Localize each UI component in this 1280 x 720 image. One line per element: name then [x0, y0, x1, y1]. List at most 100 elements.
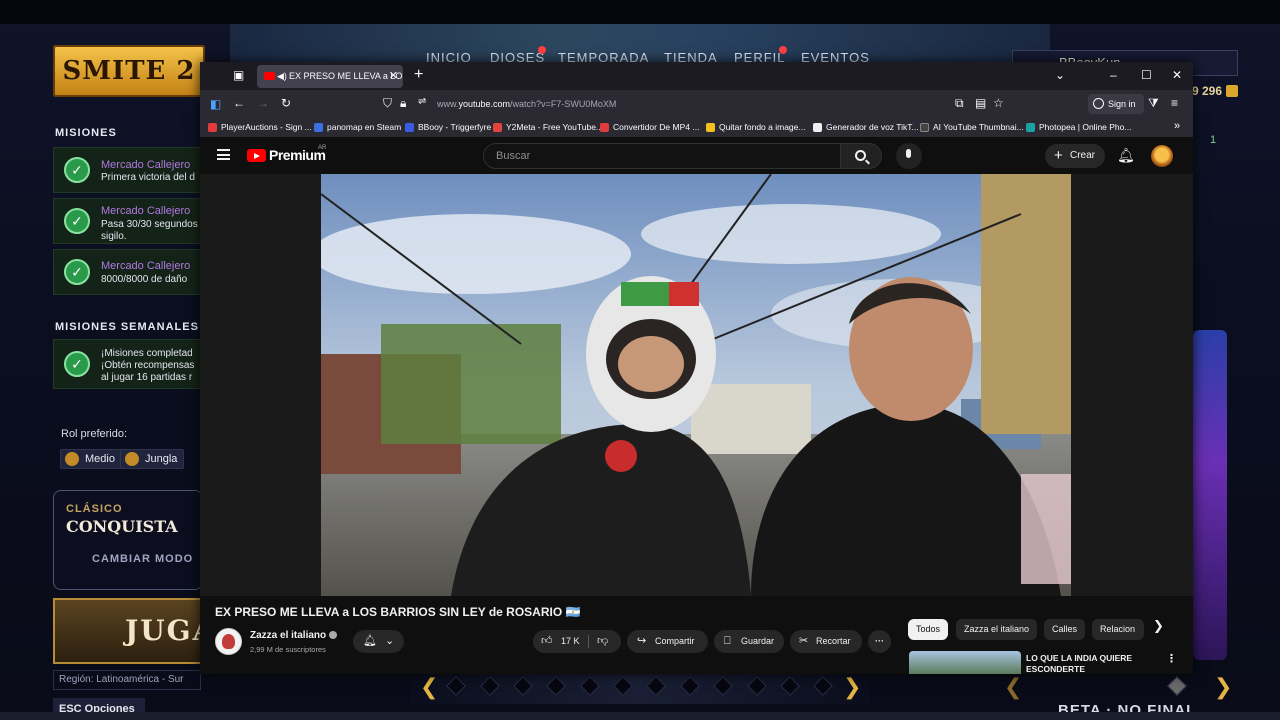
search-button[interactable] — [841, 143, 882, 169]
god-banner[interactable] — [1193, 330, 1227, 660]
thumbs-up-icon[interactable]: 👍︎ — [541, 630, 553, 653]
thumbs-down-icon[interactable]: 👎︎ — [597, 630, 608, 653]
mission-card[interactable]: ✓ Mercado Callejero 8000/8000 de daño — [53, 249, 203, 295]
sidebar-icon[interactable]: ◧ — [210, 97, 221, 111]
recommended-thumbnail[interactable] — [909, 651, 1021, 674]
smite-logo[interactable]: SMITE 2 — [53, 45, 205, 97]
share-label: Compartir — [655, 636, 695, 646]
bookmark-item[interactable]: Convertidor De MP4 ... — [600, 122, 699, 132]
missions-title: MISIONES — [55, 127, 117, 139]
weekly-desc-2: ¡Obtén recompensas — [101, 360, 195, 371]
chevron-left-icon[interactable]: ❮ — [420, 674, 438, 700]
bookmark-label: AI YouTube Thumbnai... — [933, 122, 1024, 132]
chip-calles[interactable]: Calles — [1044, 619, 1086, 640]
change-mode-button[interactable]: CAMBIAR MODO — [92, 553, 193, 565]
chevron-right-icon[interactable]: » — [1174, 120, 1180, 132]
role-jungla[interactable]: Jungla — [120, 449, 185, 469]
chevron-right-icon[interactable]: ❯ — [1153, 618, 1164, 634]
chevron-down-icon: ⌄ — [385, 635, 395, 647]
mission-card[interactable]: ✓ Mercado Callejero Pasa 30/30 segundos … — [53, 198, 203, 244]
mode-name: CONQUISTA — [66, 517, 178, 536]
clip-button[interactable]: ✂ Recortar — [790, 630, 862, 653]
bookmark-favicon-icon — [1026, 123, 1035, 132]
channel-avatar[interactable] — [215, 628, 242, 655]
save-label: Guardar — [741, 636, 775, 646]
carousel-dot[interactable] — [1167, 676, 1187, 696]
search-input[interactable]: Buscar — [483, 143, 841, 169]
avatar[interactable] — [1151, 145, 1173, 167]
chip-channel[interactable]: Zazza el italiano — [956, 619, 1038, 640]
weekly-missions-title: MISIONES SEMANALES — [55, 321, 199, 333]
notifications-button[interactable]: 🔔︎ ⌄ — [353, 630, 404, 653]
tab-youtube[interactable]: ◀) EX PRESO ME LLEVA a LOS ✕ — [257, 65, 403, 88]
yt-header: Premium AR Buscar + Crear 🔔︎ — [200, 138, 1193, 174]
bookmark-favicon-icon — [405, 123, 414, 132]
sign-in-button[interactable]: Sign in — [1088, 94, 1144, 114]
youtube-logo-text[interactable]: Premium — [269, 147, 326, 163]
chip-todos[interactable]: Todos — [908, 619, 949, 640]
reload-icon[interactable]: ↻ — [281, 96, 291, 110]
bookmark-item[interactable]: panomap en Steam — [314, 122, 401, 132]
save-button[interactable]: ⎕ Guardar — [714, 630, 784, 653]
speaker-icon[interactable]: ◀) — [277, 65, 287, 88]
chevron-left-icon[interactable]: ❮ — [1004, 674, 1022, 700]
video-frame — [321, 174, 1071, 596]
clip-label: Recortar — [816, 636, 851, 646]
microphone-icon[interactable] — [896, 143, 922, 169]
maximize-icon[interactable]: ☐ — [1141, 68, 1152, 82]
tab-title: EX PRESO ME LLEVA a LOS — [289, 71, 403, 81]
shield-icon[interactable]: ⛉ — [383, 96, 392, 111]
like-count: 17 K — [561, 636, 580, 646]
new-tab-icon[interactable]: + — [414, 66, 423, 84]
bookmark-label: Quitar fondo a image... — [719, 122, 806, 132]
picture-in-picture-icon[interactable]: ⧉ — [955, 96, 964, 111]
star-icon[interactable]: ☆ — [993, 96, 1004, 110]
close-window-icon[interactable]: ✕ — [1172, 68, 1182, 82]
mid-role-icon — [65, 452, 79, 466]
bookmark-favicon-icon — [493, 123, 502, 132]
create-button[interactable]: + Crear — [1045, 144, 1105, 168]
minimize-icon[interactable]: – — [1110, 68, 1117, 82]
mission-card[interactable]: ✓ Mercado Callejero Primera victoria del… — [53, 147, 203, 193]
tab-list-icon[interactable]: ▣ — [233, 68, 244, 82]
bookmark-item[interactable]: AI YouTube Thumbnai... — [920, 122, 1024, 132]
bookmark-item[interactable]: Generador de voz TikT... — [813, 122, 919, 132]
url-field[interactable]: www.youtube.com/watch?v=F7-SWU0MoXM — [437, 99, 616, 109]
check-icon: ✓ — [64, 259, 90, 285]
chip-relacionados[interactable]: Relacion — [1092, 619, 1144, 640]
check-icon: ✓ — [64, 351, 90, 377]
bookmark-icon: ⎕ — [724, 635, 731, 647]
menu-icon[interactable]: ≡ — [1171, 96, 1178, 110]
role-label: Medio — [85, 453, 115, 465]
chevron-right-icon[interactable]: ❯ — [843, 674, 861, 700]
play-button[interactable]: JUGA — [53, 598, 203, 664]
bell-icon[interactable]: 🔔︎ — [1117, 147, 1135, 164]
more-vertical-icon[interactable]: ⋮ — [1166, 652, 1177, 665]
extensions-icon[interactable]: ⧩ — [1148, 96, 1159, 111]
weekly-mission-card[interactable]: ✓ ¡Misiones completad ¡Obtén recompensas… — [53, 339, 203, 389]
chevron-down-icon[interactable]: ⌄ — [1055, 68, 1065, 82]
notification-dot — [779, 46, 787, 54]
bookmark-item[interactable]: Quitar fondo a image... — [706, 122, 805, 132]
bookmark-item[interactable]: Y2Meta - Free YouTube... — [493, 122, 603, 132]
mode-selector[interactable]: CLÁSICO CONQUISTA CAMBIAR MODO — [53, 490, 203, 590]
video-player[interactable] — [321, 174, 1071, 596]
bookmark-item[interactable]: BBooy - Triggerfyre — [405, 122, 491, 132]
role-medio[interactable]: Medio — [60, 449, 122, 469]
forward-icon[interactable]: → — [257, 96, 269, 110]
channel-name[interactable]: Zazza el italiano — [250, 630, 338, 641]
permissions-icon[interactable]: ⇌ — [418, 96, 426, 107]
bookmark-item[interactable]: PlayerAuctions - Sign ... — [208, 122, 312, 132]
back-icon[interactable]: ← — [233, 96, 245, 110]
weekly-desc-3: al jugar 16 partidas r — [101, 372, 193, 383]
lock-icon[interactable]: 🔒︎ — [400, 96, 406, 111]
close-icon[interactable]: ✕ — [389, 65, 398, 88]
recommended-title[interactable]: LO QUE LA INDIA QUIERE ESCONDERTE — [1026, 653, 1146, 674]
share-button[interactable]: ↪ Compartir — [627, 630, 708, 653]
youtube-logo-icon[interactable] — [247, 149, 266, 162]
chevron-right-icon[interactable]: ❯ — [1214, 674, 1232, 700]
reader-icon[interactable]: ▤ — [975, 96, 986, 110]
hamburger-menu-icon[interactable] — [217, 149, 230, 160]
bookmark-item[interactable]: Photopea | Online Pho... — [1026, 122, 1131, 132]
more-actions-button[interactable]: ··· — [868, 630, 891, 653]
